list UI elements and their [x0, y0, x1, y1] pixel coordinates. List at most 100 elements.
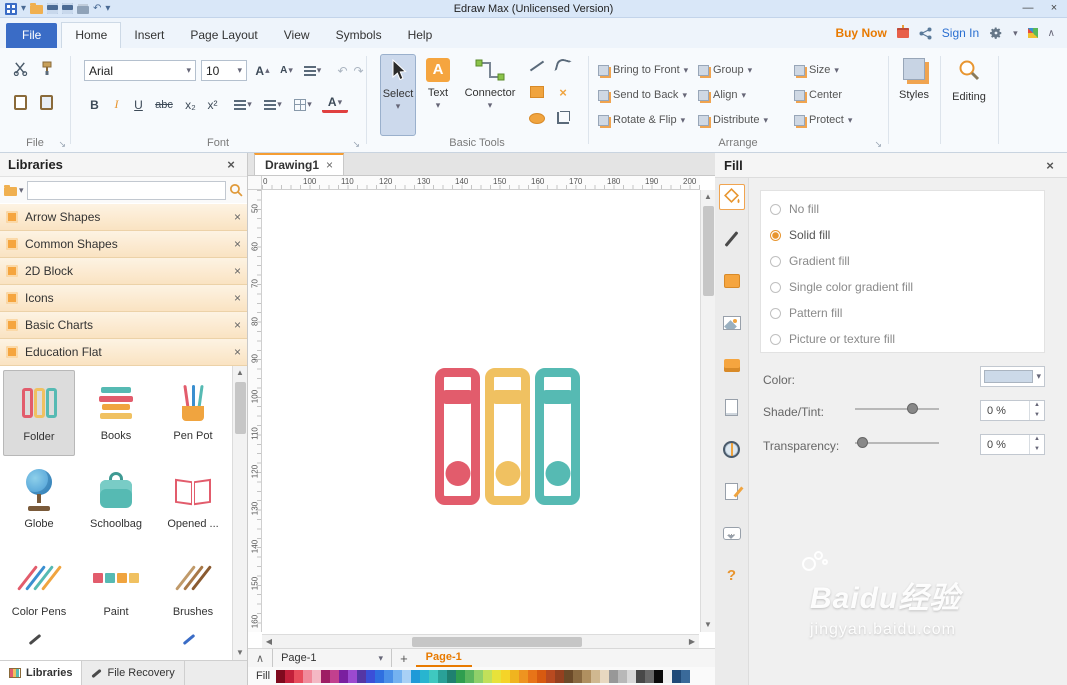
canvas-vertical-scrollbar[interactable]: ▲ ▼ — [700, 190, 715, 632]
spin-down-icon[interactable]: ▼ — [1030, 445, 1044, 455]
palette-swatch[interactable] — [285, 669, 295, 683]
palette-swatch[interactable] — [501, 669, 511, 683]
pen-tool-button[interactable]: × — [552, 82, 574, 102]
paste-special-button[interactable] — [36, 92, 57, 113]
table-button[interactable]: ▾ — [290, 94, 316, 115]
palette-swatch[interactable] — [348, 669, 358, 683]
search-icon[interactable] — [229, 183, 243, 197]
transparency-spinner[interactable]: 0 % ▲ ▼ — [980, 434, 1045, 455]
cut-button[interactable] — [10, 58, 31, 79]
drawing-canvas[interactable] — [262, 190, 699, 632]
line-spacing-button[interactable]: ▾ — [230, 94, 256, 115]
palette-swatch[interactable] — [654, 669, 664, 683]
hyperlink-globe-icon[interactable] — [719, 436, 745, 462]
tab-help[interactable]: Help — [395, 23, 446, 48]
arrange-dialog-launcher[interactable]: ↘ — [874, 140, 882, 149]
palette-swatch[interactable] — [474, 669, 484, 683]
sign-in-link[interactable]: Sign In — [942, 26, 979, 40]
close-icon[interactable]: × — [234, 237, 241, 251]
close-icon[interactable]: × — [234, 318, 241, 332]
italic-button[interactable]: I — [106, 94, 127, 115]
palette-swatch[interactable] — [456, 669, 466, 683]
bullet-list-button[interactable]: ▾ — [260, 94, 286, 115]
buy-now-link[interactable]: Buy Now — [835, 26, 886, 40]
gift-icon[interactable] — [896, 25, 909, 38]
palette-swatch[interactable] — [519, 669, 529, 683]
shade-slider[interactable] — [855, 402, 939, 416]
tab-insert[interactable]: Insert — [121, 23, 177, 48]
palette-swatch[interactable] — [375, 669, 385, 683]
library-group-basic-charts[interactable]: Basic Charts × — [0, 312, 247, 339]
font-color-button[interactable]: A ▾ — [322, 94, 348, 113]
shape-item-globe[interactable]: Globe — [3, 458, 75, 544]
scroll-down-icon[interactable]: ▼ — [701, 618, 715, 632]
library-group-education-flat[interactable]: Education Flat × — [0, 339, 247, 366]
help-icon[interactable]: ? — [719, 562, 745, 588]
binder-shape-yellow[interactable] — [485, 368, 530, 505]
paste-button[interactable] — [10, 92, 31, 113]
arrange-bring-to-front[interactable]: Bring to Front ▾ — [598, 60, 688, 80]
document-tab-close-icon[interactable]: × — [326, 158, 333, 172]
decrease-font-button[interactable]: A ▾ — [276, 60, 297, 81]
palette-swatch[interactable] — [555, 669, 565, 683]
close-icon[interactable]: × — [234, 291, 241, 305]
fill-option-solid-fill[interactable]: Solid fill — [761, 222, 1044, 248]
styles-button[interactable]: Styles — [888, 58, 940, 101]
minimize-button[interactable]: — — [1015, 0, 1041, 17]
file-dialog-launcher[interactable]: ↘ — [58, 140, 66, 149]
library-search-input[interactable] — [26, 180, 226, 200]
bold-button[interactable]: B — [84, 94, 105, 115]
arrange-center[interactable]: Center — [794, 85, 842, 105]
palette-swatch[interactable] — [402, 669, 412, 683]
palette-swatch[interactable] — [618, 669, 628, 683]
layer-tool-icon[interactable] — [719, 352, 745, 378]
editing-button[interactable]: Editing — [940, 58, 998, 103]
palette-swatch[interactable] — [672, 669, 682, 683]
comment-tool-icon[interactable]: ... — [719, 520, 745, 546]
transparency-slider[interactable] — [855, 436, 939, 450]
arrange-rotate-flip[interactable]: Rotate & Flip ▾ — [598, 110, 685, 130]
fill-option-gradient-fill[interactable]: Gradient fill — [761, 248, 1044, 274]
fill-option-single-color-gradient-fill[interactable]: Single color gradient fill — [761, 274, 1044, 300]
scroll-up-icon[interactable]: ▲ — [701, 190, 715, 204]
arrange-align[interactable]: Align ▾ — [698, 85, 746, 105]
tab-symbols[interactable]: Symbols — [323, 23, 395, 48]
transparency-slider-handle[interactable] — [856, 437, 868, 448]
font-dialog-launcher[interactable]: ↘ — [352, 140, 360, 149]
select-tool-button[interactable]: Select ▾ — [380, 54, 416, 136]
tab-libraries[interactable]: Libraries — [0, 661, 83, 685]
shape-item-color-pens[interactable]: Color Pens — [3, 546, 75, 632]
palette-swatch[interactable] — [330, 669, 340, 683]
palette-swatch[interactable] — [420, 669, 430, 683]
shape-item-opened-book[interactable]: Opened ... — [157, 458, 229, 544]
partial-shape-icon[interactable] — [28, 633, 42, 646]
palette-swatch[interactable] — [438, 669, 448, 683]
note-tool-icon[interactable] — [719, 478, 745, 504]
palette-swatch[interactable] — [609, 669, 619, 683]
add-page-button[interactable]: + — [392, 651, 416, 666]
palette-swatch[interactable] — [681, 669, 691, 683]
connector-tool-button[interactable]: Connector ▾ — [460, 54, 520, 136]
palette-swatch[interactable] — [294, 669, 304, 683]
shape-item-pen-pot[interactable]: Pen Pot — [157, 370, 229, 456]
gallery-scroll-thumb[interactable] — [235, 382, 246, 434]
underline-button[interactable]: U — [128, 94, 149, 115]
h-scroll-thumb[interactable] — [412, 637, 582, 647]
qat-customize-caret-icon[interactable]: ▾ — [105, 3, 110, 15]
superscript-button[interactable]: x² — [202, 94, 223, 115]
arc-tool-button[interactable] — [552, 56, 574, 76]
save-icon[interactable] — [47, 3, 59, 14]
line-tool-icon[interactable] — [719, 226, 745, 252]
palette-swatch[interactable] — [573, 669, 583, 683]
theme-icon[interactable] — [1027, 28, 1038, 38]
increase-font-button[interactable]: A ▴ — [252, 60, 273, 81]
palette-swatch[interactable] — [447, 669, 457, 683]
arrange-protect[interactable]: Protect ▾ — [794, 110, 852, 130]
palette-swatch[interactable] — [537, 669, 547, 683]
font-name-combo[interactable]: Arial ▾ — [84, 60, 196, 81]
shape-item-brushes[interactable]: Brushes — [157, 546, 229, 632]
tab-file[interactable]: File — [6, 23, 58, 48]
palette-swatch[interactable] — [366, 669, 376, 683]
tab-view[interactable]: View — [271, 23, 323, 48]
shape-item-schoolbag[interactable]: Schoolbag — [80, 458, 152, 544]
